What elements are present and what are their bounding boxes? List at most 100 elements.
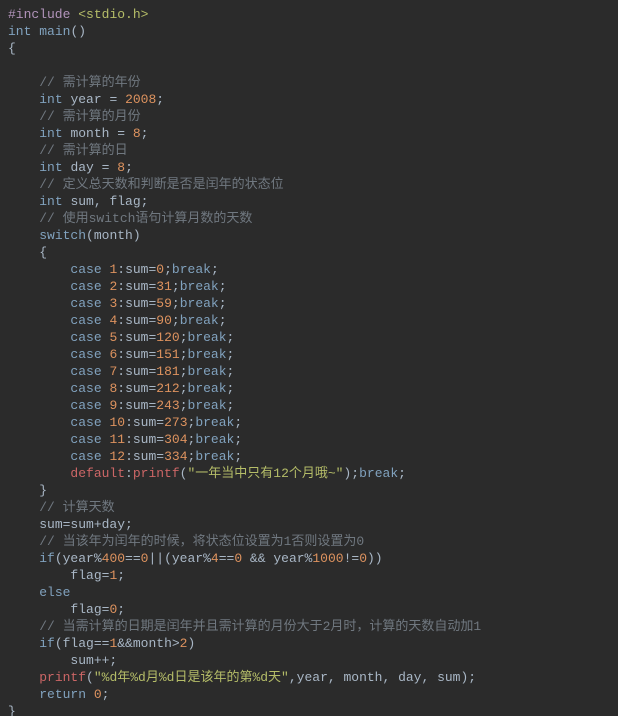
id-year: year [70, 92, 101, 107]
case-11: 11 [109, 432, 125, 447]
semicolon: ; [180, 347, 188, 362]
semicolon: ; [117, 602, 125, 617]
semicolon: ; [219, 296, 227, 311]
kw-break: break [188, 398, 227, 413]
comment-flag: // 定义总天数和判断是否是闰年的状态位 [39, 177, 283, 192]
semicolon: ; [172, 296, 180, 311]
brace-open: { [8, 41, 16, 56]
colon: : [117, 262, 125, 277]
kw-case: case [70, 279, 101, 294]
fn-printf: printf [133, 466, 180, 481]
paren-open: ( [86, 228, 94, 243]
stmt-flag1: flag= [70, 568, 109, 583]
semicolon: ; [180, 330, 188, 345]
lit-1000: 1000 [312, 551, 343, 566]
id-day: day [70, 160, 93, 175]
expr-monthgt: month> [133, 636, 180, 651]
expr-year4: (year% [164, 551, 211, 566]
brace-open: { [39, 245, 47, 260]
colon: : [125, 432, 133, 447]
semicolon: ; [227, 330, 235, 345]
colon: : [125, 449, 133, 464]
kw-switch: switch [39, 228, 86, 243]
lit-0c: 0 [359, 551, 367, 566]
semicolon: ; [180, 364, 188, 379]
kw-case: case [70, 432, 101, 447]
stmt-flag0: flag= [70, 602, 109, 617]
val-181: 181 [156, 364, 179, 379]
kw-else: else [39, 585, 70, 600]
kw-int: int [39, 126, 62, 141]
kw-break: break [195, 432, 234, 447]
val-243: 243 [156, 398, 179, 413]
paren-close: ) [78, 24, 86, 39]
kw-break: break [188, 364, 227, 379]
sum-assign: sum= [125, 313, 156, 328]
fn-printf2: printf [39, 670, 86, 685]
comment-switch: // 使用switch语句计算月数的天数 [39, 211, 252, 226]
val-120: 120 [156, 330, 179, 345]
id-flag: flag [109, 194, 140, 209]
lit-8b: 8 [117, 160, 125, 175]
kw-case: case [70, 398, 101, 413]
semicolon: ; [180, 381, 188, 396]
kw-case: case [70, 347, 101, 362]
colon: : [117, 381, 125, 396]
kw-break: break [359, 466, 398, 481]
kw-int: int [8, 24, 31, 39]
lit-2008: 2008 [125, 92, 156, 107]
include-target: <stdio.h> [78, 7, 148, 22]
lit-400: 400 [102, 551, 125, 566]
op-eqeq: == [125, 551, 141, 566]
semicolon: ; [125, 160, 133, 175]
expr-flag1: (flag== [55, 636, 110, 651]
kw-break: break [188, 330, 227, 345]
op-eqeq: == [219, 551, 235, 566]
val-151: 151 [156, 347, 179, 362]
kw-if2: if [39, 636, 55, 651]
colon: : [117, 347, 125, 362]
op-and2: && [117, 636, 133, 651]
code-block: #include <stdio.h> int main() { // 需计算的年… [0, 0, 618, 716]
case-12: 12 [109, 449, 125, 464]
semicolon: ; [219, 313, 227, 328]
val-212: 212 [156, 381, 179, 396]
colon: : [125, 415, 133, 430]
kw-break: break [180, 279, 219, 294]
kw-break: break [195, 415, 234, 430]
op-neq: != [344, 551, 360, 566]
semicolon: ; [172, 313, 180, 328]
sum-assign: sum= [125, 330, 156, 345]
expr-year1000: year% [273, 551, 312, 566]
str-fmt: "%d年%d月%d日是该年的第%d天" [94, 670, 289, 685]
colon: : [125, 466, 133, 481]
sum-assign: sum= [133, 415, 164, 430]
semicolon: ; [234, 432, 242, 447]
sum-assign: sum= [125, 381, 156, 396]
semicolon: ; [141, 194, 149, 209]
colon: : [117, 364, 125, 379]
comment-leap: // 当该年为闰年的时候，将状态位设置为1否则设置为0 [39, 534, 364, 549]
assign: = [94, 160, 117, 175]
semicolon: ; [141, 126, 149, 141]
id-sum: sum [70, 194, 93, 209]
preproc-include: #include [8, 7, 70, 22]
semicolon: ; [180, 398, 188, 413]
semicolon: ; [227, 381, 235, 396]
kw-case: case [70, 415, 101, 430]
val-90: 90 [156, 313, 172, 328]
semicolon: ; [102, 687, 110, 702]
colon: : [117, 398, 125, 413]
semicolon: ; [234, 449, 242, 464]
case-10: 10 [109, 415, 125, 430]
comment-month: // 需计算的月份 [39, 109, 140, 124]
op-or: || [148, 551, 164, 566]
comment-day: // 需计算的日 [39, 143, 127, 158]
stmt-sumpp: sum++; [70, 653, 117, 668]
semicolon: ; [234, 415, 242, 430]
kw-case: case [70, 449, 101, 464]
lit-ret0: 0 [94, 687, 102, 702]
val-273: 273 [164, 415, 187, 430]
sum-assign: sum= [125, 364, 156, 379]
fn-main: main [39, 24, 70, 39]
